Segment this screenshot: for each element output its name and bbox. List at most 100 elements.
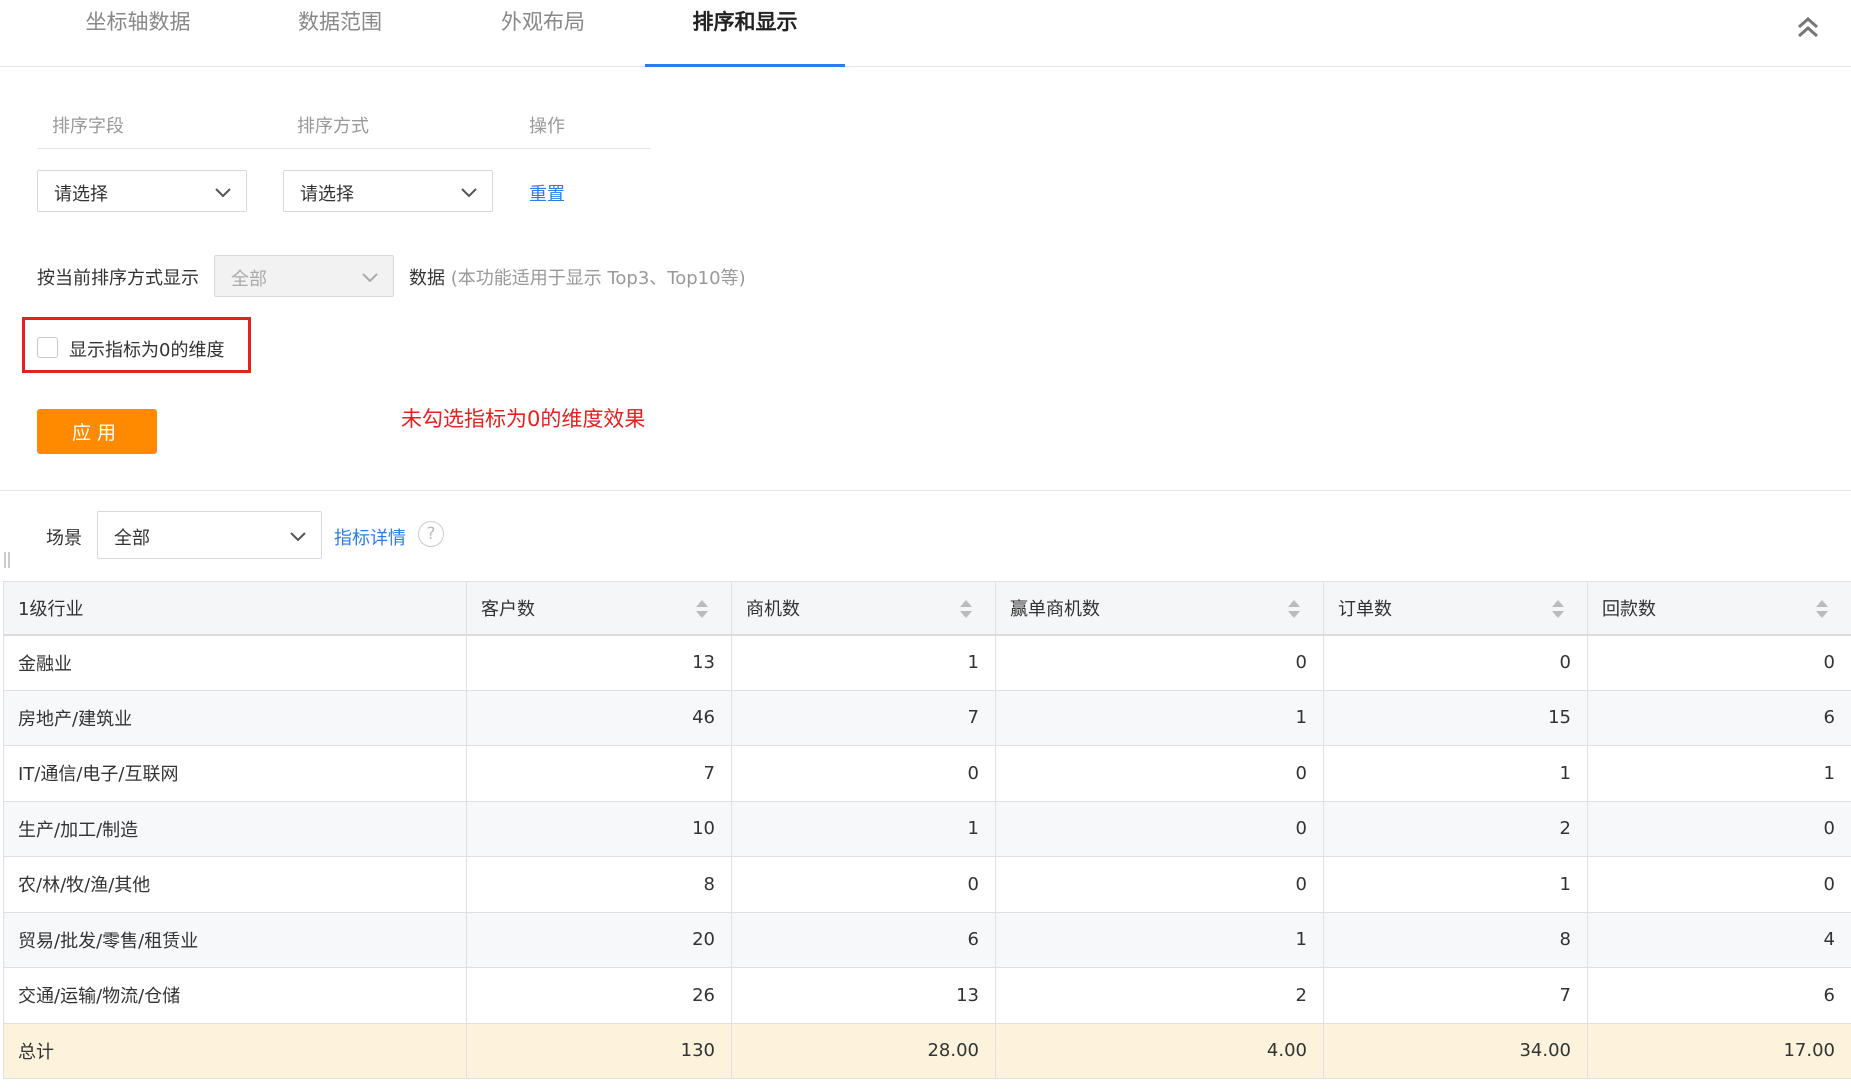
display-suffix: 数据 (本功能适用于显示 Top3、Top10等) <box>409 264 746 290</box>
select-value: 全部 <box>114 528 150 549</box>
tab-appearance-layout[interactable]: 外观布局 <box>443 0 643 66</box>
cell-orders: 1 <box>1323 745 1588 802</box>
tab-label: 数据范围 <box>298 10 382 34</box>
cell-payments: 6 <box>1587 689 1851 746</box>
show-zero-dimension-checkbox[interactable] <box>37 337 58 358</box>
tab-label: 外观布局 <box>501 10 585 34</box>
cell-total-label: 总计 <box>3 1022 467 1079</box>
cell-orders: 1 <box>1323 856 1588 913</box>
tab-label: 排序和显示 <box>692 10 798 34</box>
cell-industry: IT/通信/电子/互联网 <box>3 745 467 802</box>
chevron-down-icon <box>290 532 306 542</box>
column-header-customers: 客户数 <box>466 581 732 636</box>
reset-link[interactable]: 重置 <box>529 180 565 206</box>
display-hint: (本功能适用于显示 Top3、Top10等) <box>450 268 746 289</box>
sort-icon[interactable] <box>1287 598 1301 620</box>
cell-customers: 13 <box>466 634 732 691</box>
cell-total-customers: 130 <box>466 1022 732 1079</box>
sort-field-select[interactable]: 请选择 <box>37 170 247 212</box>
sort-icon[interactable] <box>695 598 709 620</box>
cell-opportunities: 0 <box>731 745 996 802</box>
cell-orders: 0 <box>1323 634 1588 691</box>
chart-settings-page: 坐标轴数据 数据范围 外观布局 排序和显示 排序字段 排序方式 操作 请选择 请… <box>0 0 1851 1089</box>
table-row: 房地产/建筑业 46 7 1 15 6 <box>3 689 1851 746</box>
tab-axis-data[interactable]: 坐标轴数据 <box>38 0 238 66</box>
cell-opportunities: 0 <box>731 856 996 913</box>
display-suffix-label: 数据 <box>409 268 445 289</box>
action-header: 操作 <box>529 116 565 137</box>
cell-won-opportunities: 0 <box>995 800 1324 857</box>
table-row: 交通/运输/物流/仓储 26 13 2 7 6 <box>3 967 1851 1024</box>
chevron-down-icon <box>362 273 378 283</box>
cell-payments: 6 <box>1587 967 1851 1024</box>
select-value: 请选择 <box>54 184 108 205</box>
cell-payments: 1 <box>1587 745 1851 802</box>
table-header-row: 1级行业 客户数 商机数 赢单商机数 订单数 回款数 <box>3 581 1851 636</box>
cell-customers: 20 <box>466 911 732 968</box>
cell-customers: 8 <box>466 856 732 913</box>
drag-handle-icon[interactable] <box>3 551 11 569</box>
cell-customers: 46 <box>466 689 732 746</box>
table-row: 贸易/批发/零售/租赁业 20 6 1 8 4 <box>3 911 1851 968</box>
cell-opportunities: 7 <box>731 689 996 746</box>
cell-industry: 金融业 <box>3 634 467 691</box>
table-row: IT/通信/电子/互联网 7 0 0 1 1 <box>3 745 1851 802</box>
cell-total-orders: 34.00 <box>1323 1022 1588 1079</box>
display-count-select: 全部 <box>214 255 394 297</box>
table-row: 金融业 13 1 0 0 0 <box>3 634 1851 691</box>
cell-won-opportunities: 0 <box>995 856 1324 913</box>
cell-industry: 贸易/批发/零售/租赁业 <box>3 911 467 968</box>
cell-payments: 4 <box>1587 911 1851 968</box>
cell-payments: 0 <box>1587 856 1851 913</box>
sort-icon[interactable] <box>1551 598 1565 620</box>
column-header-orders: 订单数 <box>1323 581 1588 636</box>
cell-orders: 15 <box>1323 689 1588 746</box>
table-row: 生产/加工/制造 10 1 0 2 0 <box>3 800 1851 857</box>
cell-payments: 0 <box>1587 634 1851 691</box>
sort-field-header: 排序字段 <box>52 116 124 137</box>
cell-opportunities: 13 <box>731 967 996 1024</box>
cell-customers: 10 <box>466 800 732 857</box>
cell-orders: 2 <box>1323 800 1588 857</box>
cell-industry: 农/林/牧/渔/其他 <box>3 856 467 913</box>
select-value: 请选择 <box>300 184 354 205</box>
sort-method-header: 排序方式 <box>297 116 369 137</box>
column-header-label: 1级行业 <box>18 598 84 620</box>
column-header-industry: 1级行业 <box>3 581 467 636</box>
tab-sort-display[interactable]: 排序和显示 <box>645 0 845 67</box>
sort-icon[interactable] <box>1815 598 1829 620</box>
column-header-label: 订单数 <box>1338 598 1392 620</box>
cell-won-opportunities: 0 <box>995 634 1324 691</box>
sort-method-select[interactable]: 请选择 <box>283 170 493 212</box>
table-total-row: 总计 130 28.00 4.00 34.00 17.00 <box>3 1022 1851 1079</box>
metric-detail-link[interactable]: 指标详情 <box>334 524 406 550</box>
cell-opportunities: 1 <box>731 800 996 857</box>
collapse-up-icon[interactable] <box>1793 12 1823 42</box>
settings-tabs: 坐标轴数据 数据范围 外观布局 排序和显示 <box>0 0 1851 67</box>
cell-orders: 7 <box>1323 967 1588 1024</box>
table-row: 农/林/牧/渔/其他 8 0 0 1 0 <box>3 856 1851 913</box>
cell-industry: 房地产/建筑业 <box>3 689 467 746</box>
column-header-label: 商机数 <box>746 598 800 620</box>
sort-icon[interactable] <box>959 598 973 620</box>
cell-customers: 7 <box>466 745 732 802</box>
column-header-payments: 回款数 <box>1587 581 1851 636</box>
scene-select[interactable]: 全部 <box>97 511 322 559</box>
display-prefix-label: 按当前排序方式显示 <box>37 268 199 289</box>
scene-label: 场景 <box>46 528 82 549</box>
section-divider <box>0 490 1851 491</box>
column-header-opportunities: 商机数 <box>731 581 996 636</box>
apply-button[interactable]: 应用 <box>37 409 157 454</box>
tab-data-range[interactable]: 数据范围 <box>240 0 440 66</box>
select-value: 全部 <box>231 269 267 290</box>
help-icon[interactable]: ? <box>418 521 444 547</box>
cell-industry: 交通/运输/物流/仓储 <box>3 967 467 1024</box>
annotation-text: 未勾选指标为0的维度效果 <box>401 407 646 431</box>
cell-total-payments: 17.00 <box>1587 1022 1851 1079</box>
cell-opportunities: 6 <box>731 911 996 968</box>
cell-total-won-opportunities: 4.00 <box>995 1022 1324 1079</box>
cell-industry: 生产/加工/制造 <box>3 800 467 857</box>
cell-opportunities: 1 <box>731 634 996 691</box>
tab-label: 坐标轴数据 <box>85 10 191 34</box>
cell-orders: 8 <box>1323 911 1588 968</box>
